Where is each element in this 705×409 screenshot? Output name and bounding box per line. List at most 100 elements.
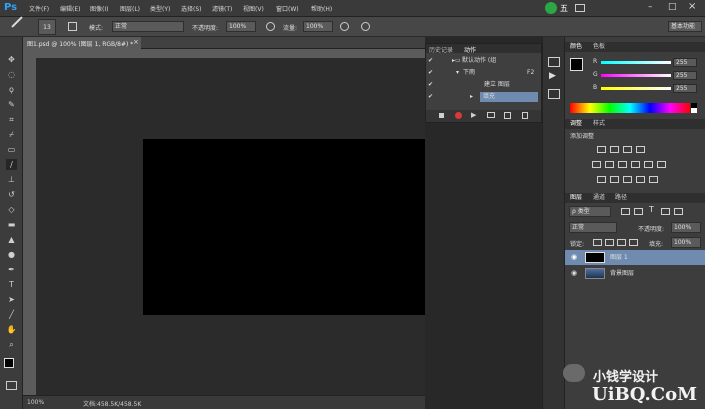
levels-icon[interactable] (610, 146, 619, 153)
marquee-tool-icon[interactable]: ◌ (6, 69, 17, 80)
color-spectrum-bar[interactable] (570, 103, 690, 113)
brightness-icon[interactable] (597, 146, 606, 153)
action-row[interactable]: ✔ ▾ 下雨 F2 (428, 68, 540, 78)
tab-layers[interactable]: 图层 (570, 193, 582, 203)
new-set-icon[interactable] (487, 112, 495, 118)
menu-view[interactable]: 视图(V) (243, 4, 264, 13)
crop-tool-icon[interactable]: ⌗ (6, 114, 17, 125)
record-icon[interactable] (455, 112, 462, 119)
menu-window[interactable]: 窗口(W) (276, 4, 299, 13)
filter-pixel-icon[interactable] (621, 208, 630, 215)
black-white-icon[interactable] (631, 161, 640, 168)
gradient-map-icon[interactable] (636, 176, 645, 183)
airbrush-icon[interactable] (340, 22, 349, 31)
filter-shape-icon[interactable] (661, 208, 670, 215)
menu-file[interactable]: 文件(F) (29, 4, 49, 13)
path-select-tool-icon[interactable]: ➤ (6, 294, 17, 305)
threshold-icon[interactable] (623, 176, 632, 183)
action-step-row-selected[interactable]: ✔ ▸ 填充 (428, 92, 540, 102)
photo-filter-icon[interactable] (644, 161, 653, 168)
new-action-icon[interactable] (504, 112, 511, 119)
lasso-tool-icon[interactable]: ϙ (6, 84, 17, 95)
foreground-color-swatch[interactable] (4, 358, 14, 368)
invert-icon[interactable] (597, 176, 606, 183)
channel-r-value[interactable]: 255 (673, 58, 697, 67)
lock-pixels-icon[interactable] (605, 239, 614, 246)
blend-mode-select[interactable]: 正常 (569, 222, 617, 233)
filter-type-icon[interactable]: T (649, 205, 654, 214)
delete-icon[interactable] (522, 112, 528, 119)
layer-row[interactable]: ◉ 背景图层 (565, 266, 705, 281)
tab-paths[interactable]: 路径 (615, 193, 627, 203)
pen-tool-icon[interactable]: ✒ (6, 264, 17, 275)
tab-styles[interactable]: 样式 (593, 119, 605, 129)
pressure-opacity-icon[interactable] (266, 22, 275, 31)
brush-size-picker[interactable]: 13 (38, 19, 56, 35)
play-icon[interactable]: ▶ (471, 111, 476, 119)
menu-layer[interactable]: 图层(L) (120, 4, 140, 13)
tab-actions[interactable]: 动作 (464, 45, 476, 54)
quick-mask-icon[interactable] (6, 381, 17, 390)
zoom-level[interactable]: 100% (27, 399, 44, 406)
action-step-row[interactable]: ✔ 建立 图层 (428, 80, 540, 90)
maximize-button[interactable]: □ (668, 2, 677, 12)
menu-filter[interactable]: 滤镜(T) (212, 4, 232, 13)
layer-row-selected[interactable]: ◉ 图层 1 (565, 250, 705, 265)
channel-b-value[interactable]: 255 (673, 84, 697, 93)
tab-channels[interactable]: 通道 (593, 193, 605, 203)
tab-color[interactable]: 颜色 (570, 42, 582, 52)
visibility-eye-icon[interactable]: ◉ (571, 266, 577, 281)
history-panel-icon[interactable] (548, 57, 560, 67)
document-tab[interactable]: 图1.psd @ 100% (图层 1, RGB/8#) * × (23, 37, 141, 49)
color-balance-icon[interactable] (618, 161, 627, 168)
menu-image[interactable]: 图像(I) (90, 4, 108, 13)
tab-swatches[interactable]: 色板 (593, 42, 605, 52)
document-canvas[interactable] (143, 139, 425, 315)
menu-edit[interactable]: 编辑(E) (60, 4, 80, 13)
lock-position-icon[interactable] (617, 239, 626, 246)
layer-filter-select[interactable]: ρ 类型 (569, 206, 611, 217)
posterize-icon[interactable] (610, 176, 619, 183)
visibility-eye-icon[interactable]: ◉ (571, 250, 577, 265)
flow-input[interactable]: 100% (303, 21, 333, 32)
opacity-input[interactable]: 100% (226, 21, 256, 32)
type-tool-icon[interactable]: T (6, 279, 17, 290)
pressure-size-icon[interactable] (361, 22, 370, 31)
curves-icon[interactable] (623, 146, 632, 153)
channel-g-slider[interactable] (601, 74, 671, 77)
close-button[interactable]: × (688, 1, 696, 12)
tab-adjustments[interactable]: 调整 (570, 119, 582, 129)
brush-tool-icon[interactable]: ∕ (6, 159, 17, 170)
color-foreground-swatch[interactable] (570, 58, 583, 71)
shape-tool-icon[interactable]: ╱ (6, 309, 17, 320)
vibrance-icon[interactable] (592, 161, 601, 168)
channel-mixer-icon[interactable] (657, 161, 666, 168)
workspace-select[interactable]: 基本功能 (668, 21, 702, 32)
selective-color-icon[interactable] (649, 176, 658, 183)
lock-all-icon[interactable] (629, 239, 638, 246)
dodge-tool-icon[interactable]: ● (6, 249, 17, 260)
layer-opacity-input[interactable]: 100% (671, 222, 701, 233)
move-tool-icon[interactable]: ✥ (6, 54, 17, 65)
channel-r-slider[interactable] (601, 61, 671, 64)
filter-adjustment-icon[interactable] (634, 208, 643, 215)
channel-g-value[interactable]: 255 (673, 71, 697, 80)
hue-saturation-icon[interactable] (605, 161, 614, 168)
menu-type[interactable]: 类型(Y) (150, 4, 170, 13)
minimize-button[interactable]: – (648, 2, 653, 12)
document-close-icon[interactable]: × (133, 38, 139, 46)
mode-select[interactable]: 正常 (112, 21, 184, 32)
quick-select-tool-icon[interactable]: ✎ (6, 99, 17, 110)
eraser-tool-icon[interactable]: ◇ (6, 204, 17, 215)
filter-smart-icon[interactable] (674, 208, 683, 215)
history-brush-tool-icon[interactable]: ↺ (6, 189, 17, 200)
action-set-row[interactable]: ✔ ▸▭ 默认动作 (组 (428, 56, 540, 66)
zoom-tool-icon[interactable]: ⌕ (6, 339, 17, 350)
channel-b-slider[interactable] (601, 87, 671, 90)
menu-select[interactable]: 选择(S) (181, 4, 202, 13)
brush-icon[interactable] (11, 16, 23, 28)
stop-icon[interactable] (439, 113, 444, 118)
actions-panel-icon[interactable]: ▶ (549, 71, 556, 81)
eyedropper-tool-icon[interactable]: ⌿ (6, 129, 17, 140)
gradient-tool-icon[interactable]: ▬ (6, 219, 17, 230)
